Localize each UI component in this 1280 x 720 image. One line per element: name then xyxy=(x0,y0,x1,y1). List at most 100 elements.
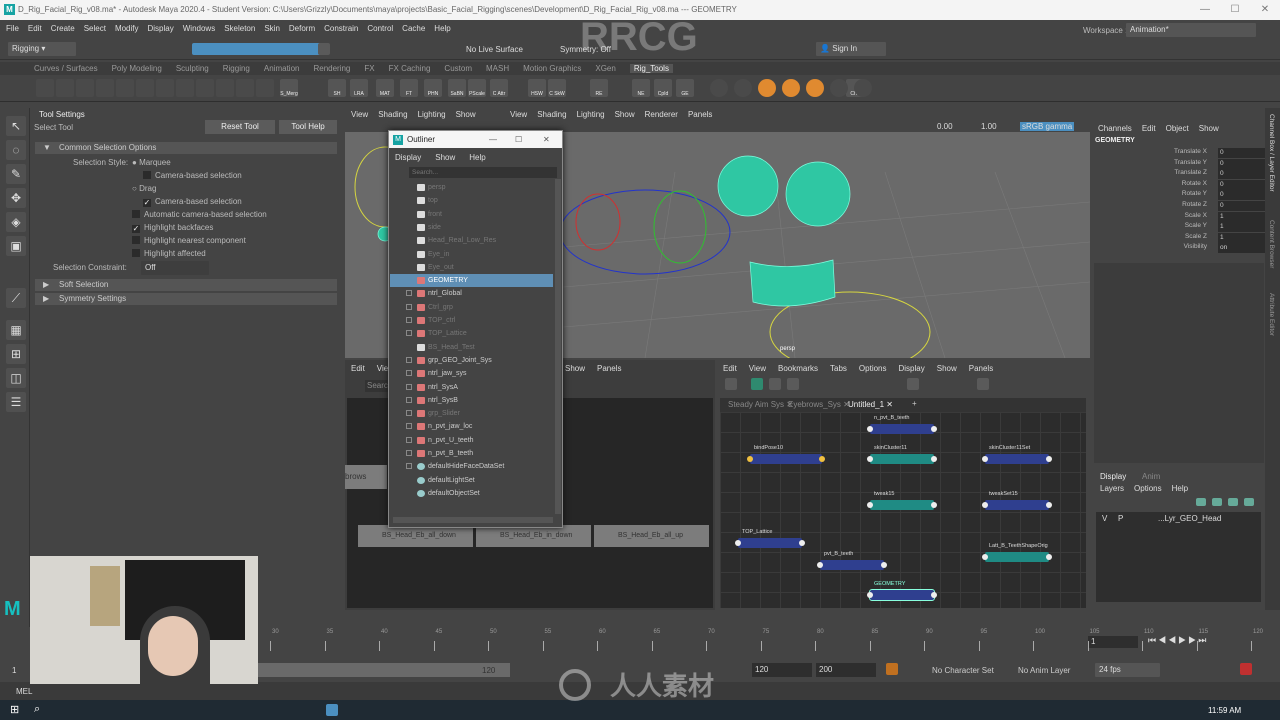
node[interactable]: GEOMETRY xyxy=(867,581,937,601)
outliner-item[interactable]: defaultObjectSet xyxy=(390,487,553,500)
outliner-vscrollbar[interactable] xyxy=(555,179,561,514)
single-view-icon[interactable]: ▦ xyxy=(6,320,26,340)
shelf-button[interactable]: C SkW xyxy=(548,79,566,97)
layout-icon[interactable]: ☰ xyxy=(6,392,26,412)
menu-edit[interactable]: Edit xyxy=(28,24,42,33)
workspace-dropdown[interactable]: Animation* xyxy=(1126,23,1256,37)
curve-control-red[interactable] xyxy=(575,193,621,251)
channel-attr-label[interactable]: Scale X xyxy=(1185,212,1207,219)
output-port[interactable] xyxy=(931,592,937,598)
outliner-item[interactable]: side xyxy=(390,221,553,234)
channel-menu-item[interactable]: Channels xyxy=(1098,124,1132,133)
shelf-tab[interactable]: Curves / Surfaces xyxy=(34,64,98,73)
channel-attr-value[interactable]: 1 xyxy=(1218,211,1265,222)
expand-icon[interactable] xyxy=(406,370,412,377)
clip-brows[interactable]: brows xyxy=(345,465,387,489)
shelf-tool-icon[interactable] xyxy=(710,79,728,97)
viewport-menu-item[interactable]: View xyxy=(351,110,368,119)
node[interactable]: tweakSet15 xyxy=(982,491,1052,510)
expand-icon[interactable] xyxy=(406,330,412,337)
current-frame-field[interactable]: 1 xyxy=(1088,636,1138,648)
channel-attr-value[interactable]: on xyxy=(1218,243,1265,254)
shelf-button[interactable]: PHN xyxy=(424,79,442,97)
shelf-tool-icon[interactable] xyxy=(176,79,194,97)
outliner-search[interactable]: Search... xyxy=(409,167,557,178)
layer-menu-item[interactable]: Help xyxy=(1172,484,1188,493)
viewport-menu-item[interactable]: Lighting xyxy=(577,110,605,119)
curve-control-brow[interactable] xyxy=(559,189,731,275)
two-view-icon[interactable]: ◫ xyxy=(6,368,26,388)
output-port[interactable] xyxy=(1046,554,1052,560)
shelf-tool-icon[interactable] xyxy=(734,79,752,97)
expand-icon[interactable] xyxy=(406,290,412,297)
channel-menu-item[interactable]: Edit xyxy=(1142,124,1156,133)
shelf-tool-icon[interactable] xyxy=(782,79,800,97)
outliner-item[interactable]: Eye_out xyxy=(390,261,553,274)
menu-control[interactable]: Control xyxy=(367,24,393,33)
layer-menu-item[interactable]: Options xyxy=(1134,484,1162,493)
input-icon[interactable] xyxy=(769,378,781,390)
outliner-item[interactable]: defaultLightSet xyxy=(390,474,553,487)
menu-windows[interactable]: Windows xyxy=(183,24,215,33)
shelf-button[interactable]: SaBN xyxy=(448,79,466,97)
blendshape-button[interactable]: BS_Head_Eb_all_down xyxy=(358,525,473,547)
outliner-item[interactable]: Ctrl_grp xyxy=(390,301,553,314)
side-tab-content-browser[interactable]: Content Browser xyxy=(1268,220,1275,268)
outliner-item[interactable]: persp xyxy=(390,181,553,194)
gamma-field[interactable]: 1.00 xyxy=(981,122,997,131)
shelf-tab[interactable]: Sculpting xyxy=(176,64,209,73)
node-editor-menu-item[interactable]: Tabs xyxy=(830,364,847,373)
viewport-menu-item[interactable]: View xyxy=(510,110,527,119)
outliner-item[interactable]: TOP_Lattice xyxy=(390,327,553,340)
close-icon[interactable]: ✕ xyxy=(884,400,893,409)
menu-select[interactable]: Select xyxy=(84,24,106,33)
input-port[interactable] xyxy=(817,562,823,568)
shelf-tab[interactable]: Custom xyxy=(444,64,472,73)
eye-sphere-left[interactable] xyxy=(717,155,779,217)
layer-visibility-toggle[interactable]: V xyxy=(1102,514,1107,523)
layer-row[interactable]: V P ...Lyr_GEO_Head xyxy=(1096,514,1261,524)
shelf-tool-icon[interactable] xyxy=(806,79,824,97)
outliner-item[interactable]: grp_GEO_Joint_Sys xyxy=(390,354,553,367)
shelf-tool-icon[interactable] xyxy=(758,79,776,97)
expand-icon[interactable] xyxy=(406,450,412,456)
teeth-mesh[interactable] xyxy=(749,259,836,307)
blendshape-button[interactable]: BS_Head_Eb_all_up xyxy=(594,525,709,547)
output-port[interactable] xyxy=(1046,502,1052,508)
layer-action-icon[interactable] xyxy=(1244,498,1254,506)
outliner-item[interactable]: BS_Head_Test xyxy=(390,341,553,354)
node[interactable]: skinCluster11Set xyxy=(982,445,1052,464)
fps-dropdown[interactable]: 24 fps xyxy=(1095,663,1160,677)
layer-action-icon[interactable] xyxy=(1212,498,1222,506)
node-editor-menu-item[interactable]: Display xyxy=(899,364,925,373)
input-port[interactable] xyxy=(867,502,873,508)
input-port[interactable] xyxy=(982,502,988,508)
input-port[interactable] xyxy=(982,456,988,462)
input-port[interactable] xyxy=(735,540,741,546)
select-mode-buttons[interactable] xyxy=(192,43,322,55)
output-port[interactable] xyxy=(819,456,825,462)
symmetry-settings-header[interactable]: ▶ Symmetry Settings xyxy=(35,293,337,305)
channel-attr-value[interactable]: 0 xyxy=(1218,179,1265,190)
outliner-close[interactable]: ✕ xyxy=(543,131,550,148)
shelf-tool-icon[interactable] xyxy=(830,79,848,97)
node-editor-menu-item[interactable]: Panels xyxy=(969,364,993,373)
shelf-tab[interactable]: Rigging xyxy=(223,64,250,73)
menu-help[interactable]: Help xyxy=(434,24,450,33)
shelf-tab[interactable]: Rendering xyxy=(313,64,350,73)
input-port[interactable] xyxy=(867,426,873,432)
menu-skeleton[interactable]: Skeleton xyxy=(224,24,255,33)
minimize-button[interactable]: — xyxy=(1190,0,1220,20)
channel-attr-value[interactable]: 1 xyxy=(1218,232,1265,243)
outliner-item[interactable]: GEOMETRY xyxy=(390,274,553,288)
option-checkbox[interactable]: ✓ Highlight backfaces xyxy=(132,223,213,233)
layer-tab-display[interactable]: Display xyxy=(1100,472,1126,481)
sign-in-dropdown[interactable]: 👤 Sign In xyxy=(816,42,886,56)
node[interactable]: tweak15 xyxy=(867,491,937,510)
channel-attr-label[interactable]: Scale Z xyxy=(1185,233,1207,240)
output-port[interactable] xyxy=(881,562,887,568)
channel-attr-label[interactable]: Rotate Z xyxy=(1182,201,1207,208)
auto-key-icon[interactable] xyxy=(886,663,898,675)
node-editor-menu-item[interactable]: Show xyxy=(937,364,957,373)
outliner-item[interactable]: n_pvt_U_teeth xyxy=(390,434,553,447)
